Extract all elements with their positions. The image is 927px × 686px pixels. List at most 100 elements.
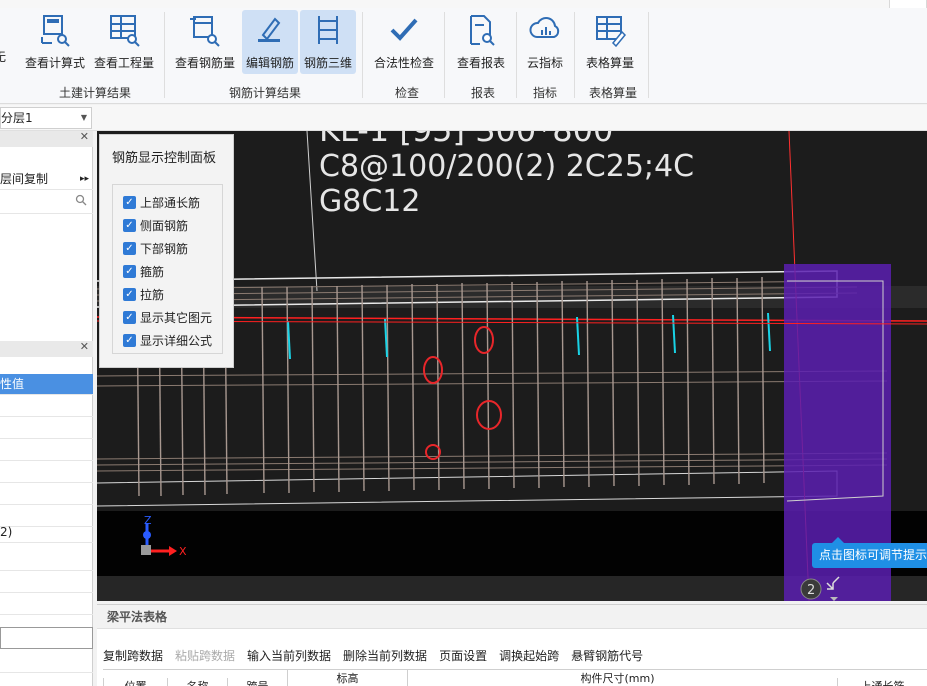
group-label-table: 表格算量 — [588, 86, 637, 100]
badge-number: 2 — [807, 583, 815, 598]
checkbox-checked-icon[interactable]: ✓ — [123, 218, 136, 232]
property-row-value[interactable]: 2) — [0, 522, 93, 543]
checkbox-checked-icon[interactable]: ✓ — [123, 310, 136, 324]
table-header-cell: 上通长筋 — [837, 678, 927, 686]
checkbox-checked-icon[interactable]: ✓ — [123, 195, 136, 209]
property-row[interactable] — [0, 594, 93, 615]
table-calc-button[interactable]: 表格算量 — [580, 10, 640, 74]
validity-check-button[interactable]: 合法性检查 — [370, 10, 438, 74]
rebar-search-icon — [185, 12, 225, 48]
control-panel-title: 钢筋显示控制面板 — [112, 151, 217, 166]
beam-bottom-outline — [97, 470, 838, 507]
beam-label-line2: C8@100/200(2) 2C25;4C — [319, 149, 694, 184]
label-leader-line — [306, 131, 318, 292]
property-row[interactable] — [0, 484, 93, 505]
rebar-display-control-panel: 钢筋显示控制面板 ✓ 上部通长筋 ✓ 侧面钢筋 ✓ 下部钢筋 ✓ 箍筋 ✓ 拉筋 ✓ 显示其… — [99, 134, 234, 368]
group-label-civil: 土建计算结果 — [58, 86, 131, 100]
layer-copy-row[interactable]: 层间复制 ▸▸ — [0, 169, 93, 190]
option-show-detailed-formula[interactable]: ✓ 显示详细公式 — [123, 331, 212, 349]
axis-z-label: Z — [144, 514, 152, 527]
checkbox-checked-icon[interactable]: ✓ — [123, 287, 136, 301]
group-separator — [574, 12, 575, 98]
beam-table-toolbar: 复制跨数据 粘贴跨数据 输入当前列数据 删除当前列数据 页面设置 调换起始跨 悬臂钢筋代号 — [103, 647, 655, 664]
rebar-options-group: ✓ 上部通长筋 ✓ 侧面钢筋 ✓ 下部钢筋 ✓ 箍筋 ✓ 拉筋 ✓ 显示其它图元 ✓ 显示详细… — [112, 184, 223, 354]
property-row[interactable] — [0, 418, 93, 439]
option-side-bars[interactable]: ✓ 侧面钢筋 — [123, 216, 188, 234]
beam-table-panel: 梁平法表格 复制跨数据 粘贴跨数据 输入当前列数据 删除当前列数据 页面设置 调换起始跨悬… — [97, 604, 927, 686]
table-header-cell: 名称 — [167, 678, 227, 686]
checkmark-icon — [384, 12, 424, 48]
property-row[interactable] — [0, 440, 93, 461]
app-window: 无 查看计算式 查看工程量 查看钢筋量 编辑钢筋 钢筋三维 合法性检查 查看报表… — [0, 0, 927, 686]
group-separator — [516, 12, 517, 98]
beam-label-line1: KL-1 [95] 300*800 — [319, 131, 613, 149]
option-top-continuous-bars[interactable]: ✓ 上部通长筋 — [123, 193, 200, 211]
view-quantity-button[interactable]: 查看工程量 — [91, 10, 157, 74]
group-separator — [164, 12, 165, 98]
paste-span-data-button[interactable]: 粘贴跨数据 — [175, 649, 235, 663]
property-row[interactable] — [0, 550, 93, 571]
group-separator — [444, 12, 445, 98]
option-stirrups[interactable]: ✓ 箍筋 — [123, 262, 164, 280]
report-search-icon — [461, 12, 501, 48]
input-column-data-button[interactable]: 输入当前列数据 — [247, 649, 331, 663]
table-edit-icon — [590, 12, 630, 48]
beam-table-title: 梁平法表格 — [97, 605, 927, 629]
rebar-3d-button[interactable]: 钢筋三维 — [300, 10, 356, 74]
chevron-down-icon: ▼ — [80, 113, 87, 122]
checkbox-checked-icon[interactable]: ✓ — [123, 264, 136, 278]
property-row[interactable] — [0, 652, 93, 673]
ribbon-clipped-label: 无 — [0, 50, 7, 64]
view-formula-button[interactable]: 查看计算式 — [22, 10, 88, 74]
search-row[interactable] — [0, 192, 93, 214]
group-label-check: 检查 — [394, 86, 419, 100]
group-label-report: 报表 — [470, 86, 495, 100]
beam-label-line3: G8C12 — [319, 184, 420, 219]
hint-tooltip: 点击图标可调节提示 — [812, 537, 927, 568]
edit-rebar-button[interactable]: 编辑钢筋 — [242, 10, 298, 74]
view-rebar-button[interactable]: 查看钢筋量 — [172, 10, 238, 74]
quantity-grid-icon — [104, 12, 144, 48]
search-icon[interactable] — [75, 192, 87, 212]
axis-x-label: X — [179, 545, 187, 558]
table-header-cell: 构件尺寸(mm) — [407, 670, 827, 686]
beam-table: 位置 名称 跨号 标高 构件尺寸(mm) 上通长筋 — [103, 669, 927, 686]
page-setup-button[interactable]: 页面设置 — [439, 649, 487, 663]
checkbox-checked-icon[interactable]: ✓ — [123, 333, 136, 347]
property-row[interactable] — [0, 462, 93, 483]
layer-select[interactable]: 分层1 ▼ — [0, 107, 92, 129]
pencil-edit-icon — [250, 12, 290, 48]
cloud-index-button[interactable]: 云指标 — [520, 10, 570, 74]
option-bottom-bars[interactable]: ✓ 下部钢筋 — [123, 239, 188, 257]
ribbon-toolbar: 无 查看计算式 查看工程量 查看钢筋量 编辑钢筋 钢筋三维 合法性检查 查看报表… — [0, 8, 927, 104]
property-row[interactable] — [0, 572, 93, 593]
copy-span-data-button[interactable]: 复制跨数据 — [103, 649, 163, 663]
group-separator — [648, 12, 649, 98]
rebar-3d-icon — [308, 12, 348, 48]
title-strip — [0, 0, 927, 12]
formula-search-icon — [35, 12, 75, 48]
layer-bar: 分层1 ▼ — [0, 105, 927, 131]
view-report-button[interactable]: 查看报表 — [452, 10, 510, 74]
panel-header: ✕ — [0, 340, 93, 357]
close-icon[interactable]: ✕ — [80, 130, 89, 143]
option-tie-bars[interactable]: ✓ 拉筋 — [123, 285, 164, 303]
checkbox-checked-icon[interactable]: ✓ — [123, 241, 136, 255]
panel-header: ✕ — [0, 130, 93, 147]
cantilever-rebar-code-button[interactable]: 悬臂钢筋代号 — [571, 649, 643, 663]
group-label-rebar: 钢筋计算结果 — [228, 86, 301, 100]
delete-column-data-button[interactable]: 删除当前列数据 — [343, 649, 427, 663]
group-separator — [362, 12, 363, 98]
close-icon[interactable]: ✕ — [80, 340, 89, 353]
swap-start-span-button[interactable]: 调换起始跨 — [499, 649, 559, 663]
table-header-cell: 标高 — [287, 670, 407, 686]
table-header-cell: 位置 — [103, 678, 167, 686]
group-label-index: 指标 — [532, 86, 557, 100]
table-header-cell: 跨号 — [227, 678, 287, 686]
left-panel: ✕ 层间复制 ▸▸ ✕ 性值 2) — [0, 130, 93, 686]
property-row-selected[interactable]: 性值 — [0, 374, 93, 395]
double-chevron-icon[interactable]: ▸▸ — [80, 169, 89, 189]
option-show-other-elements[interactable]: ✓ 显示其它图元 — [123, 308, 212, 326]
property-edit-field[interactable] — [0, 627, 93, 649]
property-row[interactable] — [0, 396, 93, 417]
